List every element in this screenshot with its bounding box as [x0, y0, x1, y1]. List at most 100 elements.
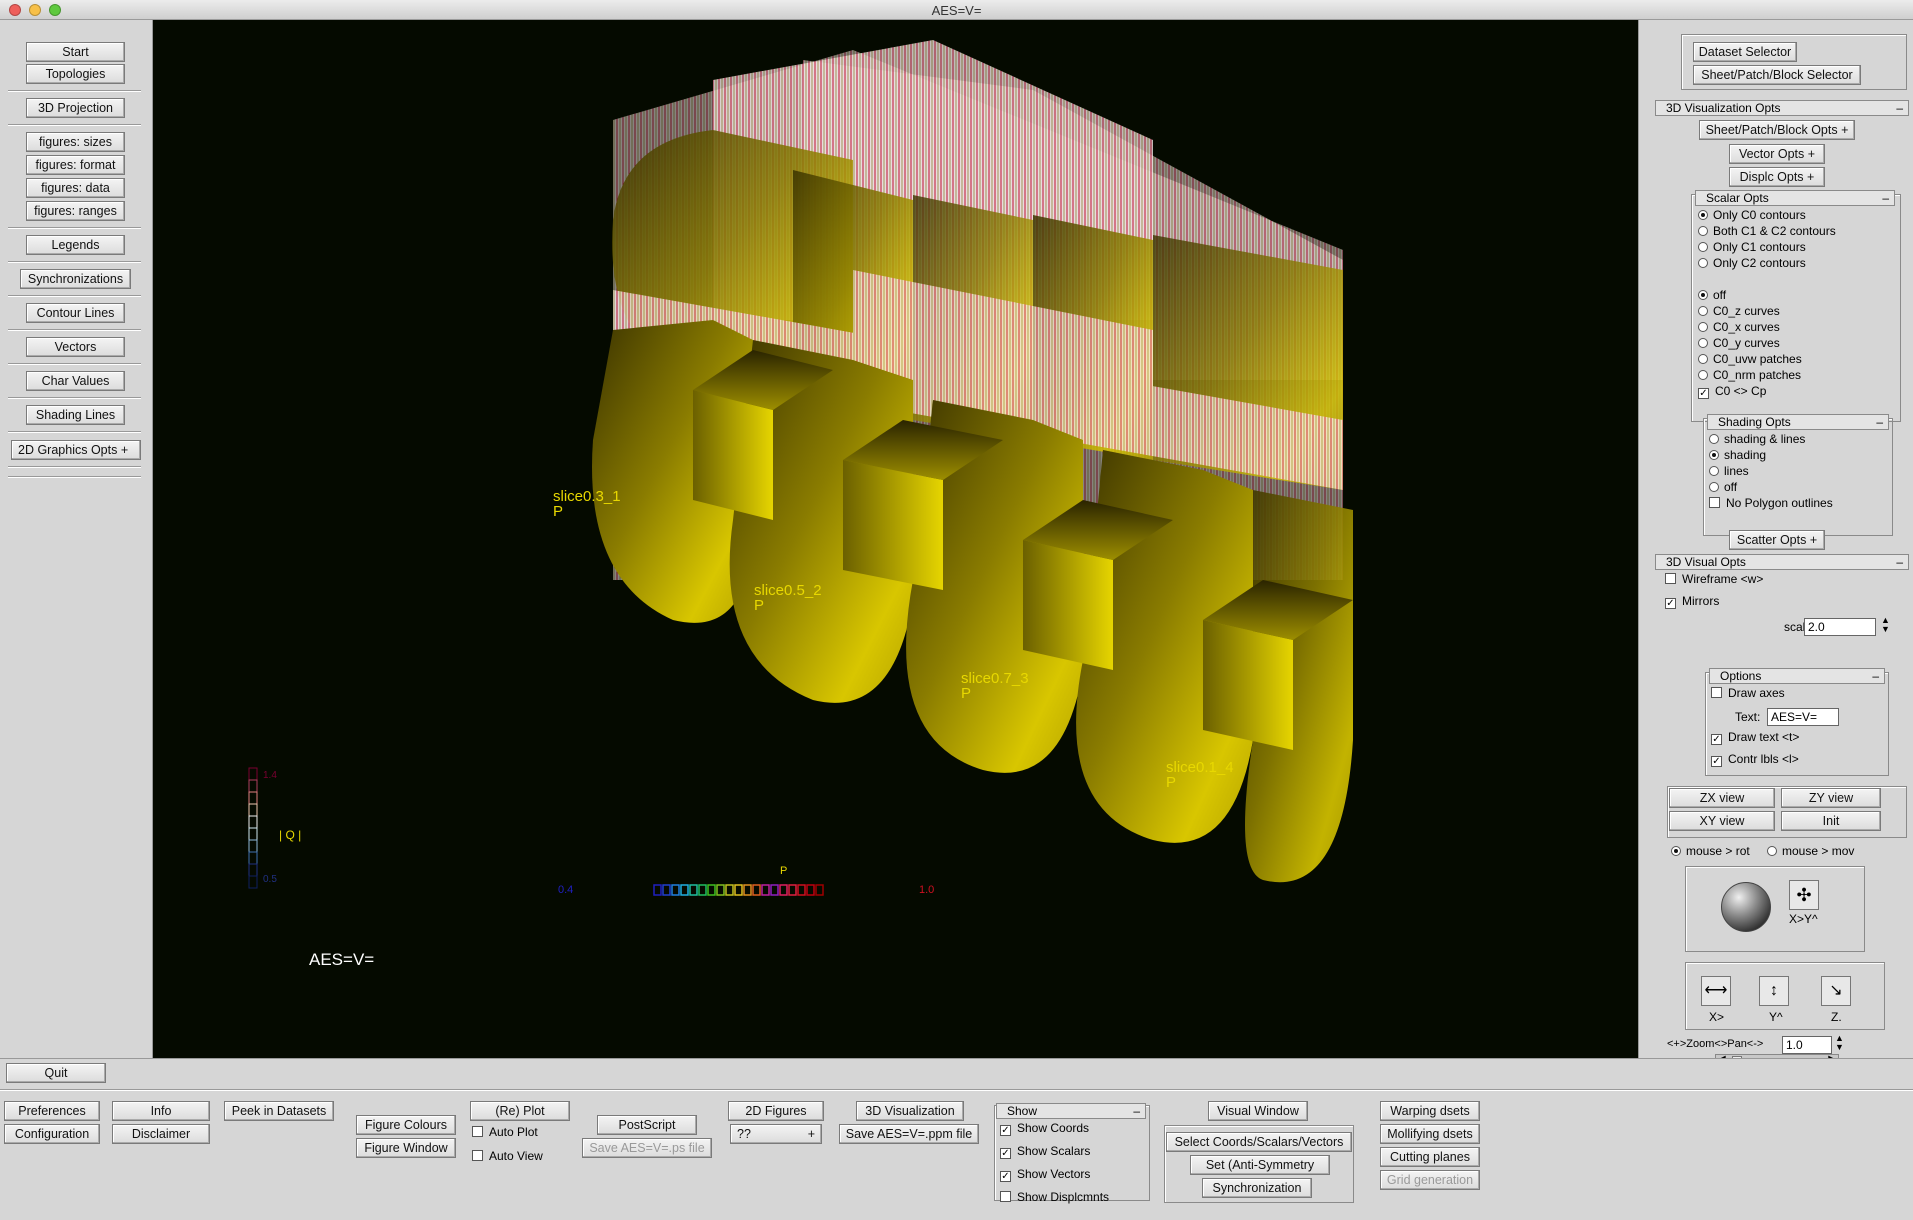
shading-off-radio[interactable]: off — [1709, 480, 1737, 495]
lines-radio[interactable]: lines — [1709, 464, 1749, 479]
postscript-button[interactable]: PostScript — [597, 1115, 697, 1135]
preferences-button[interactable]: Preferences — [4, 1101, 100, 1121]
info-button[interactable]: Info — [112, 1101, 210, 1121]
zx-view-button[interactable]: ZX view — [1669, 788, 1775, 808]
figures-data-button[interactable]: figures: data — [26, 178, 125, 198]
zy-view-button[interactable]: ZY view — [1781, 788, 1881, 808]
scalar-only-c0[interactable]: Only C0 contours — [1698, 208, 1806, 223]
synchronizations-button[interactable]: Synchronizations — [20, 269, 131, 289]
vis-opts-header[interactable]: 3D Visualization Opts – — [1655, 100, 1909, 116]
displc-opts-button[interactable]: Displc Opts + — [1729, 167, 1825, 187]
show-coords-checkbox[interactable]: ✓ Show Coords — [1000, 1121, 1089, 1136]
legends-button[interactable]: Legends — [26, 235, 125, 255]
divider — [8, 295, 141, 297]
save-ps-button[interactable]: Save AES=V=.ps file — [582, 1138, 712, 1158]
curve-c0x[interactable]: C0_x curves — [1698, 320, 1780, 335]
show-scalars-checkbox[interactable]: ✓ Show Scalars — [1000, 1144, 1090, 1159]
mollifying-button[interactable]: Mollifying dsets — [1380, 1124, 1480, 1144]
replot-button[interactable]: (Re) Plot — [470, 1101, 570, 1121]
p-scale-min: 0.4 — [558, 884, 573, 896]
curve-off[interactable]: off — [1698, 288, 1726, 303]
quit-button[interactable]: Quit — [6, 1063, 106, 1083]
curve-c0nrm[interactable]: C0_nrm patches — [1698, 368, 1801, 383]
options-header[interactable]: Options – — [1709, 668, 1885, 684]
draw-text-checkbox[interactable]: ✓ Draw text <t> — [1711, 730, 1799, 745]
auto-view-checkbox[interactable]: Auto View — [472, 1149, 543, 1164]
move-arrows-icon[interactable]: ✣ — [1789, 880, 1819, 910]
x-move-icon[interactable]: ⟷ — [1701, 976, 1731, 1006]
disclaimer-button[interactable]: Disclaimer — [112, 1124, 210, 1144]
xy-view-button[interactable]: XY view — [1669, 811, 1775, 831]
scalar-both-c1-c2[interactable]: Both C1 & C2 contours — [1698, 224, 1836, 239]
init-button[interactable]: Init — [1781, 811, 1881, 831]
shading-radio[interactable]: shading — [1709, 448, 1766, 463]
scatter-opts-button[interactable]: Scatter Opts + — [1729, 530, 1825, 550]
curve-c0uvw[interactable]: C0_uvw patches — [1698, 352, 1802, 367]
show-displcmnts-checkbox[interactable]: Show Displcmnts — [1000, 1190, 1109, 1205]
zoom-stepper[interactable]: ▲ ▼ — [1835, 1034, 1844, 1052]
peek-datasets-button[interactable]: Peek in Datasets — [224, 1101, 334, 1121]
scales-stepper[interactable]: ▲ ▼ — [1881, 616, 1890, 634]
z-axis-label: Z. — [1831, 1010, 1842, 1024]
visual-opts-header[interactable]: 3D Visual Opts – — [1655, 554, 1909, 570]
no-polygon-outlines-checkbox[interactable]: No Polygon outlines — [1709, 496, 1833, 511]
contour-lines-button[interactable]: Contour Lines — [26, 303, 125, 323]
vis-3d-button[interactable]: 3D Visualization — [856, 1101, 964, 1121]
visual-window-button[interactable]: Visual Window — [1208, 1101, 1308, 1121]
vector-opts-button[interactable]: Vector Opts + — [1729, 144, 1825, 164]
mouse-rot-radio[interactable]: mouse > rot — [1671, 844, 1750, 859]
scales-input[interactable]: 2.0 — [1804, 618, 1876, 636]
zoom-input[interactable]: 1.0 — [1782, 1036, 1832, 1054]
c0-cp-checkbox[interactable]: ✓ C0 <> Cp — [1698, 384, 1766, 399]
shading-opts-header[interactable]: Shading Opts – — [1707, 414, 1889, 430]
text-input[interactable]: AES=V= — [1767, 708, 1839, 726]
curve-c0z[interactable]: C0_z curves — [1698, 304, 1780, 319]
projection-3d-button[interactable]: 3D Projection — [26, 98, 125, 118]
dataset-selector-button[interactable]: Dataset Selector — [1693, 42, 1797, 62]
shading-and-lines-radio[interactable]: shading & lines — [1709, 432, 1805, 447]
figure-colours-button[interactable]: Figure Colours — [356, 1115, 456, 1135]
vectors-button[interactable]: Vectors — [26, 337, 125, 357]
divider — [8, 261, 141, 263]
configuration-button[interactable]: Configuration — [4, 1124, 100, 1144]
y-move-icon[interactable]: ↕ — [1759, 976, 1789, 1006]
char-values-button[interactable]: Char Values — [26, 371, 125, 391]
z-move-icon[interactable]: ↘ — [1821, 976, 1851, 1006]
grid-generation-button[interactable]: Grid generation — [1380, 1170, 1480, 1190]
topologies-button[interactable]: Topologies — [26, 64, 125, 84]
cutting-planes-button[interactable]: Cutting planes — [1380, 1147, 1480, 1167]
mirrors-checkbox[interactable]: ✓ Mirrors — [1665, 594, 1719, 609]
curve-c0y[interactable]: C0_y curves — [1698, 336, 1780, 351]
figures-format-button[interactable]: figures: format — [26, 155, 125, 175]
rotation-sphere-icon[interactable] — [1721, 882, 1771, 932]
set-symmetry-button[interactable]: Set (Anti-Symmetry — [1190, 1155, 1330, 1175]
warping-button[interactable]: Warping dsets — [1380, 1101, 1480, 1121]
figure-window-button[interactable]: Figure Window — [356, 1138, 456, 1158]
scalar-only-c2[interactable]: Only C2 contours — [1698, 256, 1806, 271]
contr-lbls-checkbox[interactable]: ✓ Contr lbls <l> — [1711, 752, 1799, 767]
canvas-text-label: AES=V= — [309, 950, 374, 969]
draw-axes-checkbox[interactable]: Draw axes — [1711, 686, 1785, 701]
mouse-mov-radio[interactable]: mouse > mov — [1767, 844, 1854, 859]
auto-plot-checkbox[interactable]: Auto Plot — [472, 1125, 538, 1140]
scalar-only-c1[interactable]: Only C1 contours — [1698, 240, 1806, 255]
scalar-opts-header[interactable]: Scalar Opts – — [1695, 190, 1895, 206]
show-header[interactable]: Show – — [996, 1103, 1146, 1119]
figures-sizes-button[interactable]: figures: sizes — [26, 132, 125, 152]
wireframe-checkbox[interactable]: Wireframe <w> — [1665, 572, 1763, 587]
figures-2d-select[interactable]: ?? + — [730, 1124, 822, 1144]
slice-label-1: slice0.3_1 — [553, 488, 621, 505]
figures-ranges-button[interactable]: figures: ranges — [26, 201, 125, 221]
visualization-canvas[interactable]: slice0.3_1 slice0.5_2 slice0.7_3 slice0.… — [153, 20, 1638, 1058]
shading-lines-button[interactable]: Shading Lines — [26, 405, 125, 425]
save-ppm-button[interactable]: Save AES=V=.ppm file — [839, 1124, 979, 1144]
select-csv-button[interactable]: Select Coords/Scalars/Vectors — [1166, 1132, 1352, 1152]
show-vectors-checkbox[interactable]: ✓ Show Vectors — [1000, 1167, 1090, 1182]
synchronization-button[interactable]: Synchronization — [1202, 1178, 1312, 1198]
spb-opts-button[interactable]: Sheet/Patch/Block Opts + — [1699, 120, 1855, 140]
graphics-2d-opts-button[interactable]: 2D Graphics Opts + — [11, 440, 141, 460]
spb-selector-button[interactable]: Sheet/Patch/Block Selector — [1693, 65, 1861, 85]
divider — [8, 431, 141, 433]
start-button[interactable]: Start — [26, 42, 125, 62]
figures-2d-button[interactable]: 2D Figures — [728, 1101, 824, 1121]
